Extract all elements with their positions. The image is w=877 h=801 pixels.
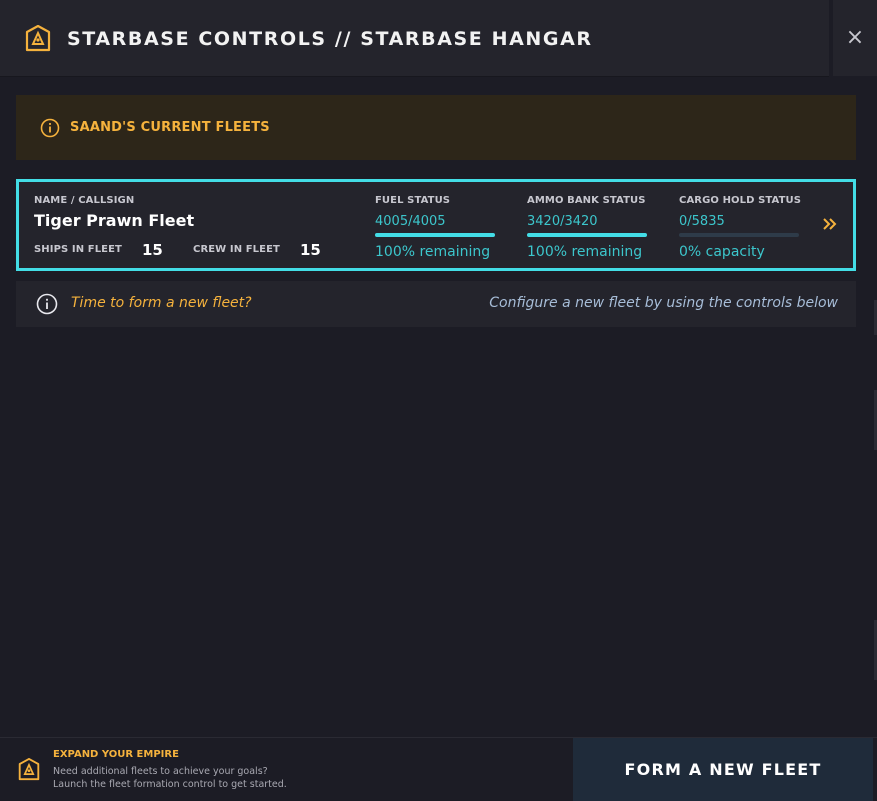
ships-label: SHIPS IN FLEET xyxy=(34,244,122,255)
close-button[interactable]: × xyxy=(833,0,877,76)
footer-line-2: Launch the fleet formation control to ge… xyxy=(53,779,287,790)
ships-count: 15 xyxy=(142,241,163,259)
cargo-bar xyxy=(679,233,799,237)
banner-label: SAAND'S CURRENT FLEETS xyxy=(70,120,270,135)
footer-title: EXPAND YOUR EMPIRE xyxy=(53,749,179,760)
double-chevron-right-icon[interactable] xyxy=(821,215,839,233)
window-header: STARBASE CONTROLS // STARBASE HANGAR xyxy=(0,0,829,77)
cargo-value: 0/5835 xyxy=(679,214,725,229)
ammo-label: AMMO BANK STATUS xyxy=(527,195,646,206)
cargo-label: CARGO HOLD STATUS xyxy=(679,195,802,206)
starbase-logo-icon xyxy=(25,25,51,52)
ammo-note: 100% remaining xyxy=(527,244,643,260)
crew-count: 15 xyxy=(300,241,321,259)
fuel-note: 100% remaining xyxy=(375,244,491,260)
info-icon xyxy=(40,118,60,137)
fuel-value: 4005/4005 xyxy=(375,214,446,229)
ammo-bar-fill xyxy=(527,233,647,237)
fuel-label: FUEL STATUS xyxy=(375,195,451,206)
ammo-bar xyxy=(527,233,647,237)
footer-line-1: Need additional fleets to achieve your g… xyxy=(53,766,268,777)
info-icon xyxy=(36,293,58,315)
fuel-bar xyxy=(375,233,495,237)
page-title: STARBASE CONTROLS // STARBASE HANGAR xyxy=(67,28,593,50)
name-label: NAME / CALLSIGN xyxy=(34,195,135,206)
fleet-name: Tiger Prawn Fleet xyxy=(34,211,195,230)
close-icon[interactable]: × xyxy=(846,27,864,49)
starbase-logo-icon xyxy=(18,758,40,781)
prompt-hint: Configure a new fleet by using the contr… xyxy=(489,295,838,311)
ammo-value: 3420/3420 xyxy=(527,214,598,229)
prompt-question: Time to form a new fleet? xyxy=(71,295,252,311)
form-new-fleet-button[interactable]: FORM A NEW FLEET xyxy=(573,738,873,801)
fuel-bar-fill xyxy=(375,233,495,237)
new-fleet-prompt: Time to form a new fleet? Configure a ne… xyxy=(16,281,856,327)
footer: EXPAND YOUR EMPIRE Need additional fleet… xyxy=(0,737,877,801)
crew-label: CREW IN FLEET xyxy=(193,244,280,255)
fleet-card[interactable]: NAME / CALLSIGN Tiger Prawn Fleet SHIPS … xyxy=(16,179,856,271)
cargo-note: 0% capacity xyxy=(679,244,765,260)
current-fleets-banner: SAAND'S CURRENT FLEETS xyxy=(16,95,856,160)
